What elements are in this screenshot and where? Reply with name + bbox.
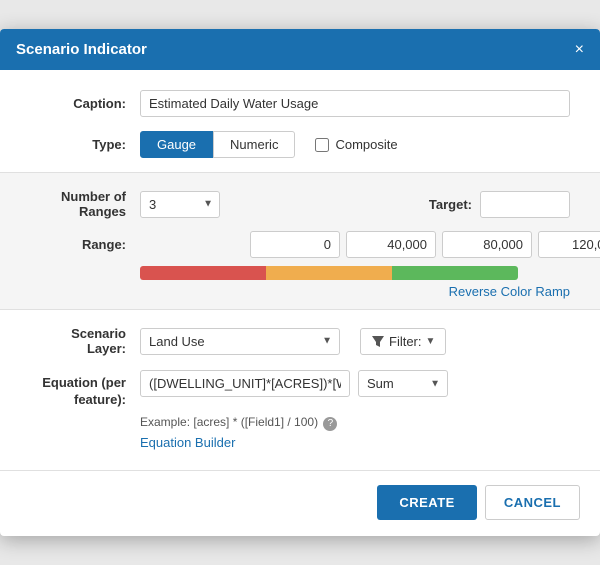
- dialog-title: Scenario Indicator: [16, 41, 147, 58]
- equation-label: Equation (per feature):: [30, 370, 140, 409]
- scenario-layer-label: Scenario Layer:: [30, 326, 140, 356]
- type-row: Type: Gauge Numeric Composite: [30, 131, 570, 158]
- color-bar-yellow: [266, 266, 392, 280]
- scenario-indicator-dialog: Scenario Indicator × Caption: Type: Gaug…: [0, 29, 600, 536]
- equation-input[interactable]: [140, 370, 350, 397]
- dialog-footer: CREATE CANCEL: [0, 470, 600, 536]
- reverse-link-row: Reverse Color Ramp: [30, 284, 570, 299]
- equation-sum-select[interactable]: Sum Average Count: [358, 370, 448, 397]
- target-label: Target:: [429, 197, 472, 212]
- range-input-1[interactable]: [346, 231, 436, 258]
- color-bar: [140, 266, 518, 280]
- ranges-section: Number of Ranges 3 2 4 Target: Range:: [0, 172, 600, 310]
- color-bar-green: [392, 266, 518, 280]
- caption-row: Caption:: [30, 90, 570, 117]
- scenario-layer-select-wrap: Land Use Other: [140, 328, 340, 355]
- scenario-layer-row: Scenario Layer: Land Use Other Filter: ▼: [30, 326, 570, 356]
- filter-label: Filter:: [389, 334, 422, 349]
- equation-row: Equation (per feature): Sum Average Coun…: [30, 370, 570, 409]
- range-input-3[interactable]: [538, 231, 600, 258]
- number-of-ranges-label: Number of Ranges: [30, 189, 140, 219]
- range-fields: [250, 231, 600, 258]
- close-button[interactable]: ×: [575, 42, 584, 58]
- number-of-ranges-row: Number of Ranges 3 2 4 Target:: [30, 189, 570, 219]
- help-icon[interactable]: ?: [323, 417, 337, 431]
- caption-label: Caption:: [30, 96, 140, 111]
- type-label: Type:: [30, 137, 140, 152]
- create-button[interactable]: CREATE: [377, 485, 476, 520]
- main-section: Scenario Layer: Land Use Other Filter: ▼: [30, 310, 570, 450]
- composite-label[interactable]: Composite: [315, 137, 397, 152]
- range-row: Range:: [30, 231, 570, 258]
- reverse-color-ramp-link[interactable]: Reverse Color Ramp: [449, 284, 570, 299]
- ranges-select[interactable]: 3 2 4: [140, 191, 220, 218]
- example-row: Example: [acres] * ([Field1] / 100) ?: [140, 415, 570, 431]
- range-input-0[interactable]: [250, 231, 340, 258]
- equation-builder-link[interactable]: Equation Builder: [140, 435, 570, 450]
- composite-checkbox[interactable]: [315, 138, 329, 152]
- target-input[interactable]: [480, 191, 570, 218]
- example-text: Example: [acres] * ([Field1] / 100): [140, 415, 318, 429]
- cancel-button[interactable]: CANCEL: [485, 485, 580, 520]
- target-group: Target:: [429, 191, 570, 218]
- type-gauge-button[interactable]: Gauge: [140, 131, 213, 158]
- dialog-header: Scenario Indicator ×: [0, 29, 600, 70]
- range-label: Range:: [30, 237, 140, 252]
- filter-dropdown-arrow: ▼: [426, 336, 436, 347]
- filter-button[interactable]: Filter: ▼: [360, 328, 446, 355]
- ranges-select-wrap: 3 2 4: [140, 191, 220, 218]
- composite-label-text: Composite: [335, 137, 397, 152]
- type-numeric-button[interactable]: Numeric: [213, 131, 295, 158]
- funnel-icon: [371, 334, 385, 348]
- range-input-2[interactable]: [442, 231, 532, 258]
- scenario-layer-select[interactable]: Land Use Other: [140, 328, 340, 355]
- type-group: Gauge Numeric: [140, 131, 295, 158]
- equation-sum-select-wrap: Sum Average Count: [358, 370, 448, 397]
- dialog-body: Caption: Type: Gauge Numeric Composite N…: [0, 70, 600, 470]
- color-bar-red: [140, 266, 266, 280]
- caption-input[interactable]: [140, 90, 570, 117]
